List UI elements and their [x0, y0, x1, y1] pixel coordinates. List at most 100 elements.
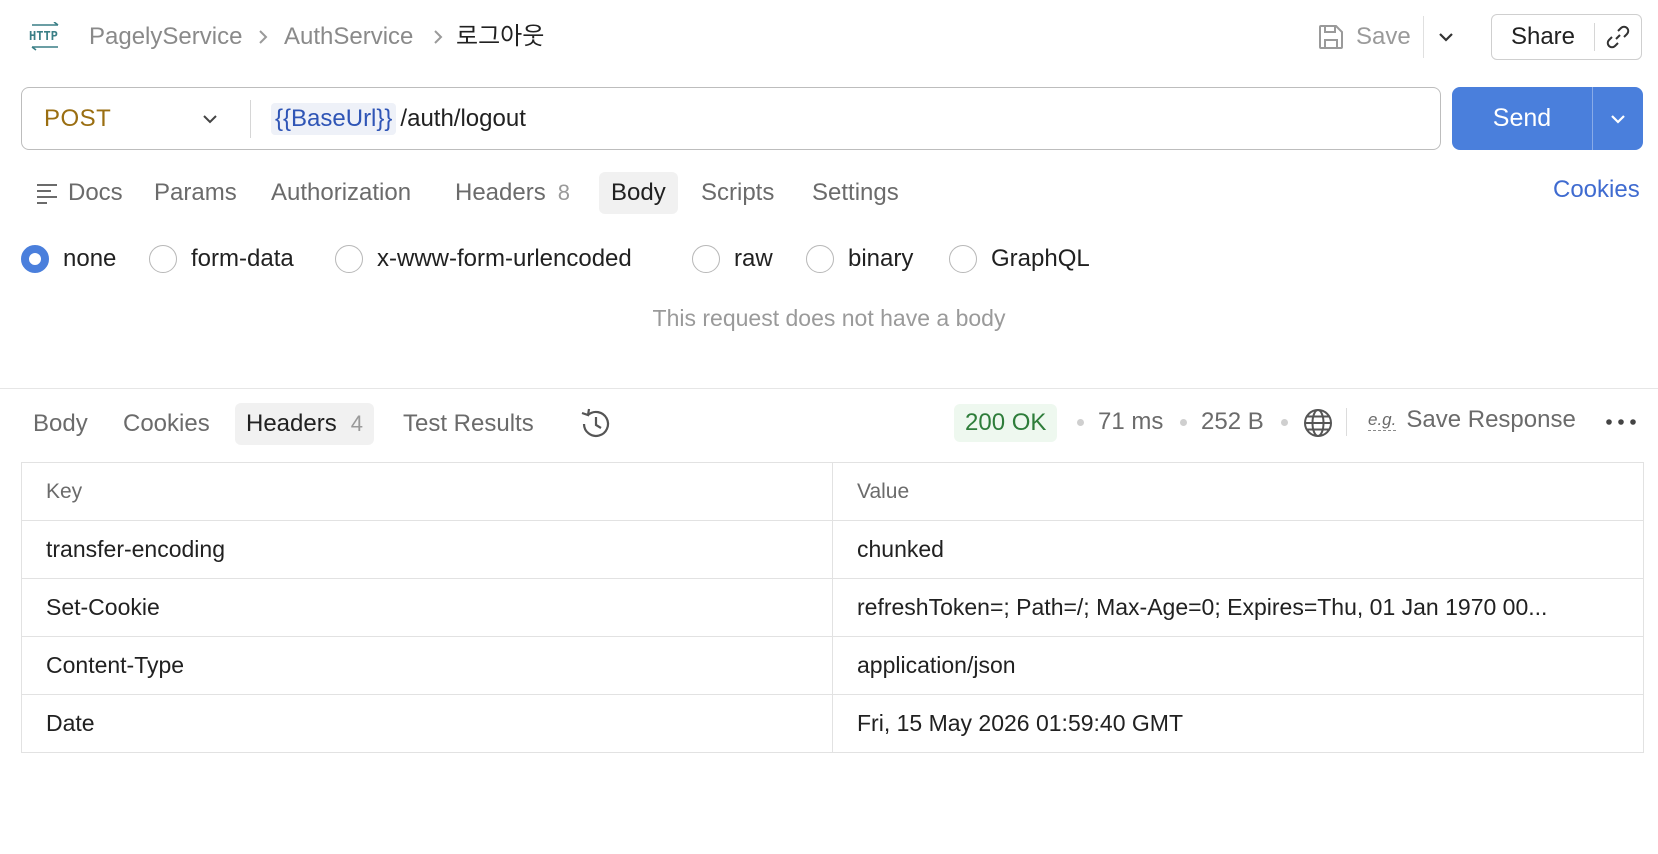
body-type-none-label: none — [63, 245, 117, 272]
globe-icon[interactable] — [1302, 407, 1334, 439]
tab-headers-count: 8 — [557, 180, 570, 205]
body-type-urlencoded[interactable]: x-www-form-urlencoded — [335, 244, 632, 274]
breadcrumb-collection[interactable]: PagelyService — [89, 20, 242, 54]
header-value[interactable]: application/json — [832, 636, 1644, 695]
save-icon — [1319, 25, 1343, 49]
table-row: Set-Cookie refreshToken=; Path=/; Max-Ag… — [21, 578, 1644, 637]
response-tab-body-label: Body — [33, 410, 88, 437]
copy-link-button[interactable] — [1595, 15, 1641, 59]
response-tab-headers-label: Headers — [246, 410, 337, 437]
body-type-binary-label: binary — [848, 245, 914, 272]
tab-docs[interactable]: Docs — [22, 172, 135, 214]
radio-unselected-icon — [335, 245, 363, 273]
breadcrumb-folder[interactable]: AuthService — [284, 20, 413, 54]
save-options-button[interactable] — [1424, 16, 1468, 58]
table-header-row: Key Value — [21, 462, 1644, 521]
table-row: Content-Type application/json — [21, 636, 1644, 695]
meta-divider — [1346, 408, 1347, 436]
response-tab-test-results[interactable]: Test Results — [392, 403, 545, 445]
header-value[interactable]: chunked — [832, 520, 1644, 579]
tab-authorization-label: Authorization — [271, 179, 412, 206]
save-button[interactable]: Save — [1316, 16, 1423, 58]
header-value[interactable]: refreshToken=; Path=/; Max-Age=0; Expire… — [832, 578, 1644, 637]
request-response-divider[interactable] — [0, 388, 1658, 389]
body-type-graphql[interactable]: GraphQL — [949, 244, 1090, 274]
tab-scripts-label: Scripts — [701, 179, 775, 206]
column-header-key: Key — [21, 462, 833, 521]
chevron-down-icon — [203, 114, 217, 123]
tab-docs-label: Docs — [68, 179, 123, 206]
save-group: Save — [1316, 16, 1468, 58]
radio-unselected-icon — [149, 245, 177, 273]
meta-separator — [1281, 419, 1288, 426]
more-icon[interactable] — [1604, 414, 1638, 430]
chevron-down-icon — [1611, 114, 1625, 124]
tab-headers[interactable]: Headers 8 — [443, 172, 582, 214]
url-path: /auth/logout — [400, 104, 526, 132]
body-type-binary[interactable]: binary — [806, 244, 913, 274]
status-badge[interactable]: 200 OK — [954, 404, 1058, 442]
body-type-raw[interactable]: raw — [692, 244, 773, 274]
url-variable-chip[interactable]: {{BaseUrl}} — [271, 102, 397, 135]
response-size[interactable]: 252 B — [1201, 408, 1264, 436]
header-value[interactable]: Fri, 15 May 2026 01:59:40 GMT — [832, 694, 1644, 753]
tab-params-label: Params — [154, 179, 237, 206]
tab-body[interactable]: Body — [599, 172, 678, 214]
tab-settings[interactable]: Settings — [800, 172, 911, 214]
response-tab-test-results-label: Test Results — [403, 410, 534, 437]
save-response-label: Save Response — [1406, 406, 1576, 433]
method-select[interactable]: POST — [22, 88, 244, 149]
header-key[interactable]: transfer-encoding — [21, 520, 833, 579]
http-logo-icon: HTTP — [29, 22, 59, 51]
response-tab-headers-count: 4 — [350, 411, 363, 436]
response-time[interactable]: 71 ms — [1098, 408, 1163, 436]
table-row: transfer-encoding chunked — [21, 520, 1644, 579]
response-tab-body[interactable]: Body — [22, 403, 99, 445]
body-type-raw-label: raw — [734, 245, 773, 272]
share-button[interactable]: Share — [1492, 15, 1594, 59]
response-headers-table: Key Value transfer-encoding chunked Set-… — [21, 462, 1644, 753]
body-type-form-data-label: form-data — [191, 245, 294, 272]
save-label: Save — [1356, 23, 1411, 50]
save-response-button[interactable]: e.g. Save Response — [1368, 406, 1576, 434]
table-row: Date Fri, 15 May 2026 01:59:40 GMT — [21, 694, 1644, 753]
breadcrumb-request-name[interactable]: 로그아웃 — [456, 20, 544, 54]
tab-authorization[interactable]: Authorization — [259, 172, 423, 214]
send-options-button[interactable] — [1593, 87, 1643, 150]
empty-body-message: This request does not have a body — [652, 305, 1006, 331]
method-label: POST — [44, 104, 112, 132]
header-key[interactable]: Set-Cookie — [21, 578, 833, 637]
tab-settings-label: Settings — [812, 179, 899, 206]
link-icon — [1606, 25, 1630, 49]
column-header-value: Value — [832, 462, 1644, 521]
radio-unselected-icon — [806, 245, 834, 273]
body-type-none[interactable]: none — [21, 244, 116, 274]
history-icon[interactable] — [578, 406, 614, 442]
chevron-right-icon — [434, 30, 443, 44]
radio-unselected-icon — [692, 245, 720, 273]
body-type-urlencoded-label: x-www-form-urlencoded — [377, 245, 632, 272]
radio-selected-icon — [21, 245, 49, 273]
response-tab-cookies[interactable]: Cookies — [112, 403, 221, 445]
example-icon: e.g. — [1368, 409, 1397, 431]
header-key[interactable]: Content-Type — [21, 636, 833, 695]
chevron-right-icon — [259, 30, 268, 44]
url-input[interactable]: {{BaseUrl}} /auth/logout — [251, 102, 526, 135]
response-tab-cookies-label: Cookies — [123, 410, 210, 437]
body-type-graphql-label: GraphQL — [991, 245, 1090, 272]
cookies-link[interactable]: Cookies — [1553, 176, 1640, 204]
tab-headers-label: Headers — [455, 179, 546, 206]
http-logo-text: HTTP — [29, 29, 58, 43]
radio-unselected-icon — [949, 245, 977, 273]
send-button[interactable]: Send — [1452, 87, 1592, 150]
tab-params[interactable]: Params — [142, 172, 249, 214]
body-type-form-data[interactable]: form-data — [149, 244, 294, 274]
response-tab-headers[interactable]: Headers 4 — [235, 403, 374, 445]
header-key[interactable]: Date — [21, 694, 833, 753]
send-group: Send — [1452, 87, 1643, 150]
request-url-bar: POST {{BaseUrl}} /auth/logout — [21, 87, 1441, 150]
share-group: Share — [1491, 14, 1642, 60]
meta-separator — [1077, 419, 1084, 426]
tab-scripts[interactable]: Scripts — [689, 172, 786, 214]
tab-body-label: Body — [611, 179, 666, 206]
